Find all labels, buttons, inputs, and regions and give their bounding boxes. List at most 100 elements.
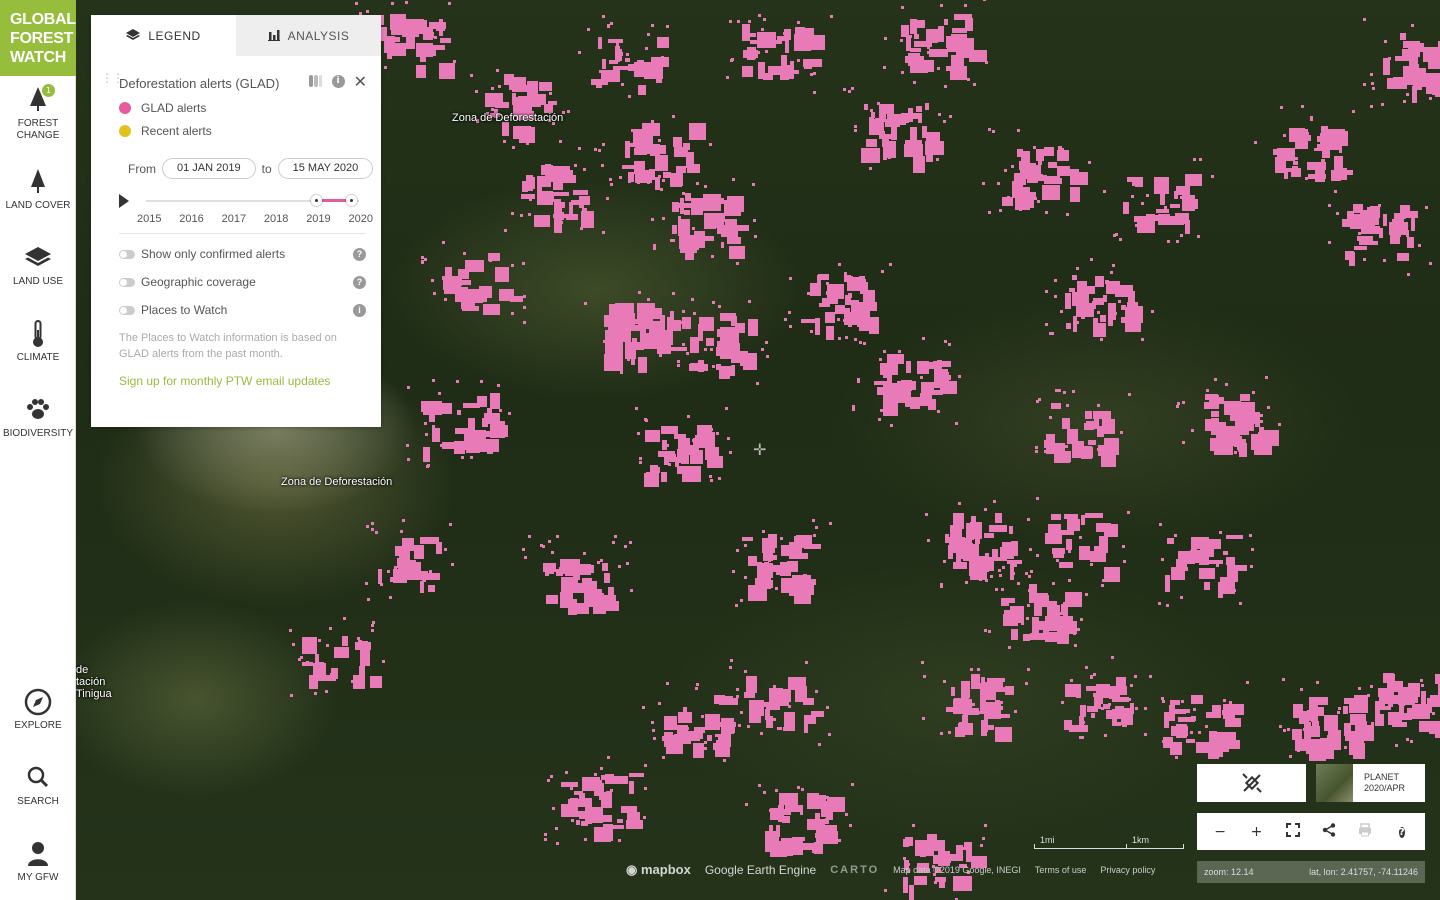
glad-alert-patch: [925, 103, 929, 110]
glad-alert-pixel: [938, 113, 941, 116]
sidebar-item-my-gfw[interactable]: MY GFW: [0, 840, 76, 884]
glad-alert-pixel: [709, 475, 712, 478]
carto-logo[interactable]: CARTO: [830, 864, 879, 876]
glad-alert-patch: [826, 805, 833, 820]
glad-alert-pixel: [807, 292, 810, 295]
glad-alert-pixel: [1100, 338, 1103, 341]
google-earth-engine-logo[interactable]: Google Earth Engine: [705, 863, 816, 877]
glad-alert-pixel: [1159, 523, 1162, 526]
glad-alert-pixel: [1226, 446, 1229, 449]
glad-alert-patch: [1061, 443, 1065, 453]
glad-alert-pixel: [1037, 200, 1040, 203]
glad-alert-pixel: [432, 425, 435, 428]
glad-alert-patch: [1069, 725, 1088, 732]
glad-alert-patch: [1300, 742, 1308, 749]
glad-alert-pixel: [880, 409, 883, 412]
glad-alert-patch: [844, 314, 860, 325]
glad-alert-pixel: [512, 146, 515, 149]
places-to-watch-toggle[interactable]: [119, 305, 135, 315]
close-icon[interactable]: ✕: [354, 73, 367, 89]
glad-alert-pixel: [1127, 511, 1130, 514]
glad-alert-patch: [416, 65, 426, 78]
glad-alert-patch: [1100, 315, 1106, 322]
glad-alert-patch: [944, 19, 948, 25]
glad-alert-pixel: [927, 46, 930, 49]
glad-alert-pixel: [624, 305, 627, 308]
drag-handle-icon[interactable]: ⋮⋮: [101, 72, 124, 84]
sidebar-item-search[interactable]: SEARCH: [0, 764, 76, 808]
geographic-coverage-toggle[interactable]: [119, 277, 135, 287]
zoom-out-icon[interactable]: −: [1210, 825, 1230, 839]
opacity-icon[interactable]: [308, 74, 323, 88]
help-icon[interactable]: ?: [353, 276, 366, 289]
glad-alert-patch: [568, 599, 577, 615]
sidebar-item-biodiversity[interactable]: BIODIVERSITY: [0, 396, 76, 440]
glad-alert-pixel: [674, 322, 677, 325]
glad-alert-pixel: [621, 83, 624, 86]
fullscreen-icon[interactable]: [1283, 823, 1303, 840]
from-date-picker[interactable]: 01 JAN 2019: [162, 158, 256, 179]
to-date-picker[interactable]: 15 MAY 2020: [277, 158, 374, 179]
confirmed-alerts-toggle[interactable]: [119, 249, 135, 259]
info-icon[interactable]: i: [353, 304, 366, 317]
glad-alert-patch: [1065, 684, 1079, 697]
glad-alert-pixel: [637, 432, 640, 435]
help-icon[interactable]: ?: [353, 248, 366, 261]
glad-alert-patch: [685, 716, 690, 722]
timeline-end-handle[interactable]: [346, 195, 357, 206]
glad-alert-pixel: [810, 330, 813, 333]
glad-alert-pixel: [556, 535, 559, 538]
glad-alert-pixel: [1336, 212, 1339, 215]
glad-alert-pixel: [666, 25, 669, 28]
glad-alert-pixel: [580, 227, 583, 230]
glad-alert-patch: [848, 293, 852, 298]
glad-alert-patch: [604, 354, 623, 371]
sidebar-item-land-use[interactable]: LAND USE: [0, 244, 76, 288]
glad-alert-pixel: [1027, 668, 1030, 671]
satellite-toggle-button[interactable]: [1197, 764, 1306, 802]
sidebar-item-climate[interactable]: CLIMATE: [0, 320, 76, 364]
cursor-coordinates: lat, lon: 2.41757, -74.11246: [1309, 867, 1418, 877]
glad-alert-pixel: [721, 245, 724, 248]
sidebar-item-forest-change[interactable]: 1 FOREST CHANGE: [0, 84, 76, 142]
sidebar-item-explore[interactable]: EXPLORE: [0, 688, 76, 732]
glad-alert-pixel: [289, 629, 292, 632]
play-icon[interactable]: [119, 194, 129, 208]
glad-alert-pixel: [1146, 194, 1149, 197]
toggle-row-places-to-watch: Places to Watch i: [91, 296, 381, 324]
glad-alert-pixel: [696, 129, 699, 132]
zoom-in-icon[interactable]: +: [1246, 825, 1266, 839]
glad-alert-pixel: [1074, 644, 1077, 647]
basemap-selector[interactable]: PLANET 2020/APR: [1316, 764, 1425, 802]
glad-alert-pixel: [635, 407, 638, 410]
terms-of-use-link[interactable]: Terms of use: [1035, 865, 1087, 875]
glad-alert-patch: [370, 676, 382, 688]
glad-alert-pixel: [1008, 646, 1011, 649]
glad-alert-patch: [703, 194, 721, 211]
share-icon[interactable]: [1319, 823, 1339, 840]
glad-alert-pixel: [913, 131, 916, 134]
gfw-logo[interactable]: GLOBAL FOREST WATCH: [0, 0, 76, 76]
glad-alert-pixel: [1128, 698, 1131, 701]
sidebar-item-land-cover[interactable]: LAND COVER: [0, 168, 76, 212]
privacy-policy-link[interactable]: Privacy policy: [1100, 865, 1155, 875]
glad-alert-pixel: [673, 456, 676, 459]
glad-alert-pixel: [838, 263, 841, 266]
glad-alert-pixel: [475, 292, 478, 295]
ptw-signup-link[interactable]: Sign up for monthly PTW email updates: [91, 362, 381, 388]
tab-analysis[interactable]: ANALYSIS: [236, 15, 381, 56]
glad-alert-patch: [925, 141, 944, 155]
timeline-start-handle[interactable]: [311, 195, 323, 206]
glad-alert-pixel: [1283, 729, 1286, 732]
glad-alert-pixel: [800, 812, 803, 815]
glad-alert-pixel: [1120, 431, 1123, 434]
glad-alert-pixel: [766, 355, 769, 358]
tab-legend[interactable]: LEGEND: [91, 15, 236, 56]
mapbox-logo[interactable]: ◉ mapbox: [626, 862, 691, 878]
glad-alert-pixel: [1403, 100, 1406, 103]
info-icon[interactable]: i: [331, 74, 345, 88]
help-icon[interactable]: ?: [1392, 824, 1412, 840]
glad-alert-pixel: [618, 839, 621, 842]
year-label: 2018: [263, 213, 289, 225]
glad-alert-pixel: [745, 803, 748, 806]
